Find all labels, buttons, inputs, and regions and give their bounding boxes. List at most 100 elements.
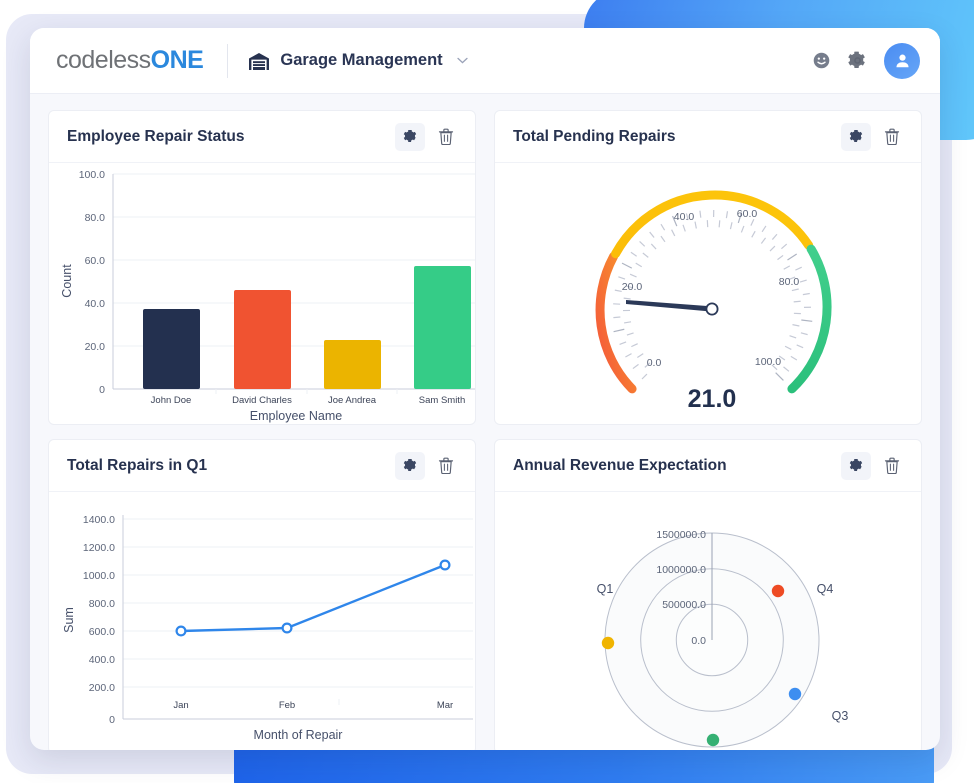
svg-text:1200.0: 1200.0 <box>83 542 115 554</box>
card-settings-button[interactable] <box>395 451 425 480</box>
x-axis: John Doe David Charles Joe Andrea Sam Sm… <box>151 389 465 423</box>
card-delete-button[interactable] <box>877 123 907 151</box>
y-axis: 100.0 80.0 60.0 40.0 20.0 0 Count <box>60 169 105 396</box>
smiley-icon[interactable] <box>808 48 834 74</box>
bar-david-charles <box>234 290 291 389</box>
point-mar <box>439 559 451 571</box>
svg-text:0.0: 0.0 <box>691 635 706 647</box>
svg-text:40.0: 40.0 <box>85 298 106 310</box>
svg-text:100.0: 100.0 <box>79 169 105 181</box>
card-title: Total Pending Repairs <box>513 127 676 145</box>
card-actions <box>841 451 907 480</box>
gauge-needle <box>626 300 719 316</box>
svg-text:Jan: Jan <box>173 700 188 711</box>
svg-text:Q3: Q3 <box>832 709 849 723</box>
svg-text:500000.0: 500000.0 <box>662 599 706 611</box>
garage-icon <box>248 51 270 71</box>
bar-chart-svg: 100.0 80.0 60.0 40.0 20.0 0 Count John D… <box>60 169 475 423</box>
chevron-down-icon[interactable] <box>457 57 468 64</box>
svg-text:400.0: 400.0 <box>89 654 115 666</box>
polar-point-q4 <box>771 584 785 598</box>
app-window: codelessONE Garage Management Employee R… <box>30 28 940 750</box>
svg-text:1400.0: 1400.0 <box>83 514 115 526</box>
card-settings-button[interactable] <box>841 122 871 151</box>
svg-text:Count: Count <box>60 264 74 298</box>
card-delete-button[interactable] <box>431 123 461 151</box>
screen: codelessONE Garage Management Employee R… <box>0 0 974 783</box>
card-header: Total Pending Repairs <box>495 111 921 163</box>
user-avatar-icon[interactable] <box>884 42 920 79</box>
header-divider <box>227 43 229 78</box>
logo-primary-text: codeless <box>56 46 151 74</box>
svg-text:Employee Name: Employee Name <box>250 409 342 423</box>
gauge-chart-svg: 0.0 20.0 40.0 60.0 80.0 100.0 21.0 <box>595 190 832 413</box>
svg-text:Sam Smith: Sam Smith <box>419 395 465 406</box>
gear-icon[interactable] <box>844 48 870 74</box>
line-chart-svg: 1400.0 1200.0 1000.0 800.0 600.0 400.0 2… <box>62 514 473 742</box>
bar-sam-smith <box>414 266 471 389</box>
card-title: Employee Repair Status <box>67 127 245 145</box>
polar-point-q1 <box>601 636 615 650</box>
svg-text:Feb: Feb <box>279 700 295 711</box>
svg-text:100.0: 100.0 <box>755 356 781 368</box>
x-axis: Jan Feb Mar Month of Repair <box>173 699 453 742</box>
bar-chart: 100.0 80.0 60.0 40.0 20.0 0 Count John D… <box>49 163 475 424</box>
svg-text:200.0: 200.0 <box>89 682 115 694</box>
card-total-pending-repairs: Total Pending Repairs 0.0 20.0 40.0 60.0… <box>494 110 922 425</box>
svg-text:800.0: 800.0 <box>89 598 115 610</box>
svg-text:0: 0 <box>109 714 115 726</box>
polar-point-q3 <box>788 687 802 701</box>
svg-text:1000.0: 1000.0 <box>83 570 115 582</box>
polar-chart: 0.0 500000.0 1000000.0 1500000.0 Q1 Q2 Q… <box>495 492 921 750</box>
dashboard-grid: Employee Repair Status 100.0 80.0 60.0 4… <box>30 94 940 750</box>
svg-text:80.0: 80.0 <box>85 212 106 224</box>
card-settings-button[interactable] <box>841 451 871 480</box>
series-line <box>175 559 451 637</box>
svg-text:80.0: 80.0 <box>779 276 800 288</box>
gauge-ticks <box>613 210 813 381</box>
svg-text:Q1: Q1 <box>597 582 614 596</box>
svg-text:Sum: Sum <box>62 607 76 633</box>
svg-text:Q4: Q4 <box>817 582 834 596</box>
point-jan <box>175 625 187 637</box>
svg-text:1500000.0: 1500000.0 <box>656 529 706 541</box>
svg-text:0.0: 0.0 <box>647 357 662 369</box>
bar-john-doe <box>143 309 200 389</box>
svg-text:1000000.0: 1000000.0 <box>656 564 706 576</box>
card-title: Annual Revenue Expectation <box>513 456 727 474</box>
card-settings-button[interactable] <box>395 122 425 151</box>
point-feb <box>281 622 293 634</box>
logo-accent-text: ONE <box>150 46 204 74</box>
grid-lines <box>123 518 473 688</box>
y-axis: 1400.0 1200.0 1000.0 800.0 600.0 400.0 2… <box>62 514 115 726</box>
svg-text:John Doe: John Doe <box>151 395 192 406</box>
svg-text:20.0: 20.0 <box>622 281 643 293</box>
card-header: Annual Revenue Expectation <box>495 440 921 492</box>
svg-text:60.0: 60.0 <box>85 255 106 267</box>
svg-text:Month of Repair: Month of Repair <box>254 728 343 742</box>
gauge-tick-labels: 0.0 20.0 40.0 60.0 80.0 100.0 <box>622 208 800 369</box>
brand-logo[interactable]: codelessONE <box>56 46 204 75</box>
app-selector[interactable]: Garage Management <box>248 51 468 71</box>
gauge-chart: 0.0 20.0 40.0 60.0 80.0 100.0 21.0 <box>495 163 921 424</box>
card-actions <box>841 122 907 151</box>
card-employee-repair-status: Employee Repair Status 100.0 80.0 60.0 4… <box>48 110 476 425</box>
bar-joe-andrea <box>324 340 381 389</box>
gauge-value-label: 21.0 <box>688 385 737 413</box>
card-total-repairs-q1: Total Repairs in Q1 1400.0 1200.0 1000.0… <box>48 439 476 750</box>
card-actions <box>395 451 461 480</box>
line-chart: 1400.0 1200.0 1000.0 800.0 600.0 400.0 2… <box>49 492 475 750</box>
svg-text:600.0: 600.0 <box>89 626 115 638</box>
svg-text:20.0: 20.0 <box>85 341 106 353</box>
svg-text:Joe Andrea: Joe Andrea <box>328 395 377 406</box>
card-delete-button[interactable] <box>877 452 907 480</box>
card-header: Total Repairs in Q1 <box>49 440 475 492</box>
card-actions <box>395 122 461 151</box>
app-name-label: Garage Management <box>280 51 443 69</box>
svg-text:40.0: 40.0 <box>674 211 695 223</box>
polar-chart-svg: 0.0 500000.0 1000000.0 1500000.0 Q1 Q2 Q… <box>597 529 849 748</box>
card-delete-button[interactable] <box>431 452 461 480</box>
svg-text:Mar: Mar <box>437 700 453 711</box>
svg-text:0: 0 <box>99 384 105 396</box>
top-bar: codelessONE Garage Management <box>30 28 940 94</box>
